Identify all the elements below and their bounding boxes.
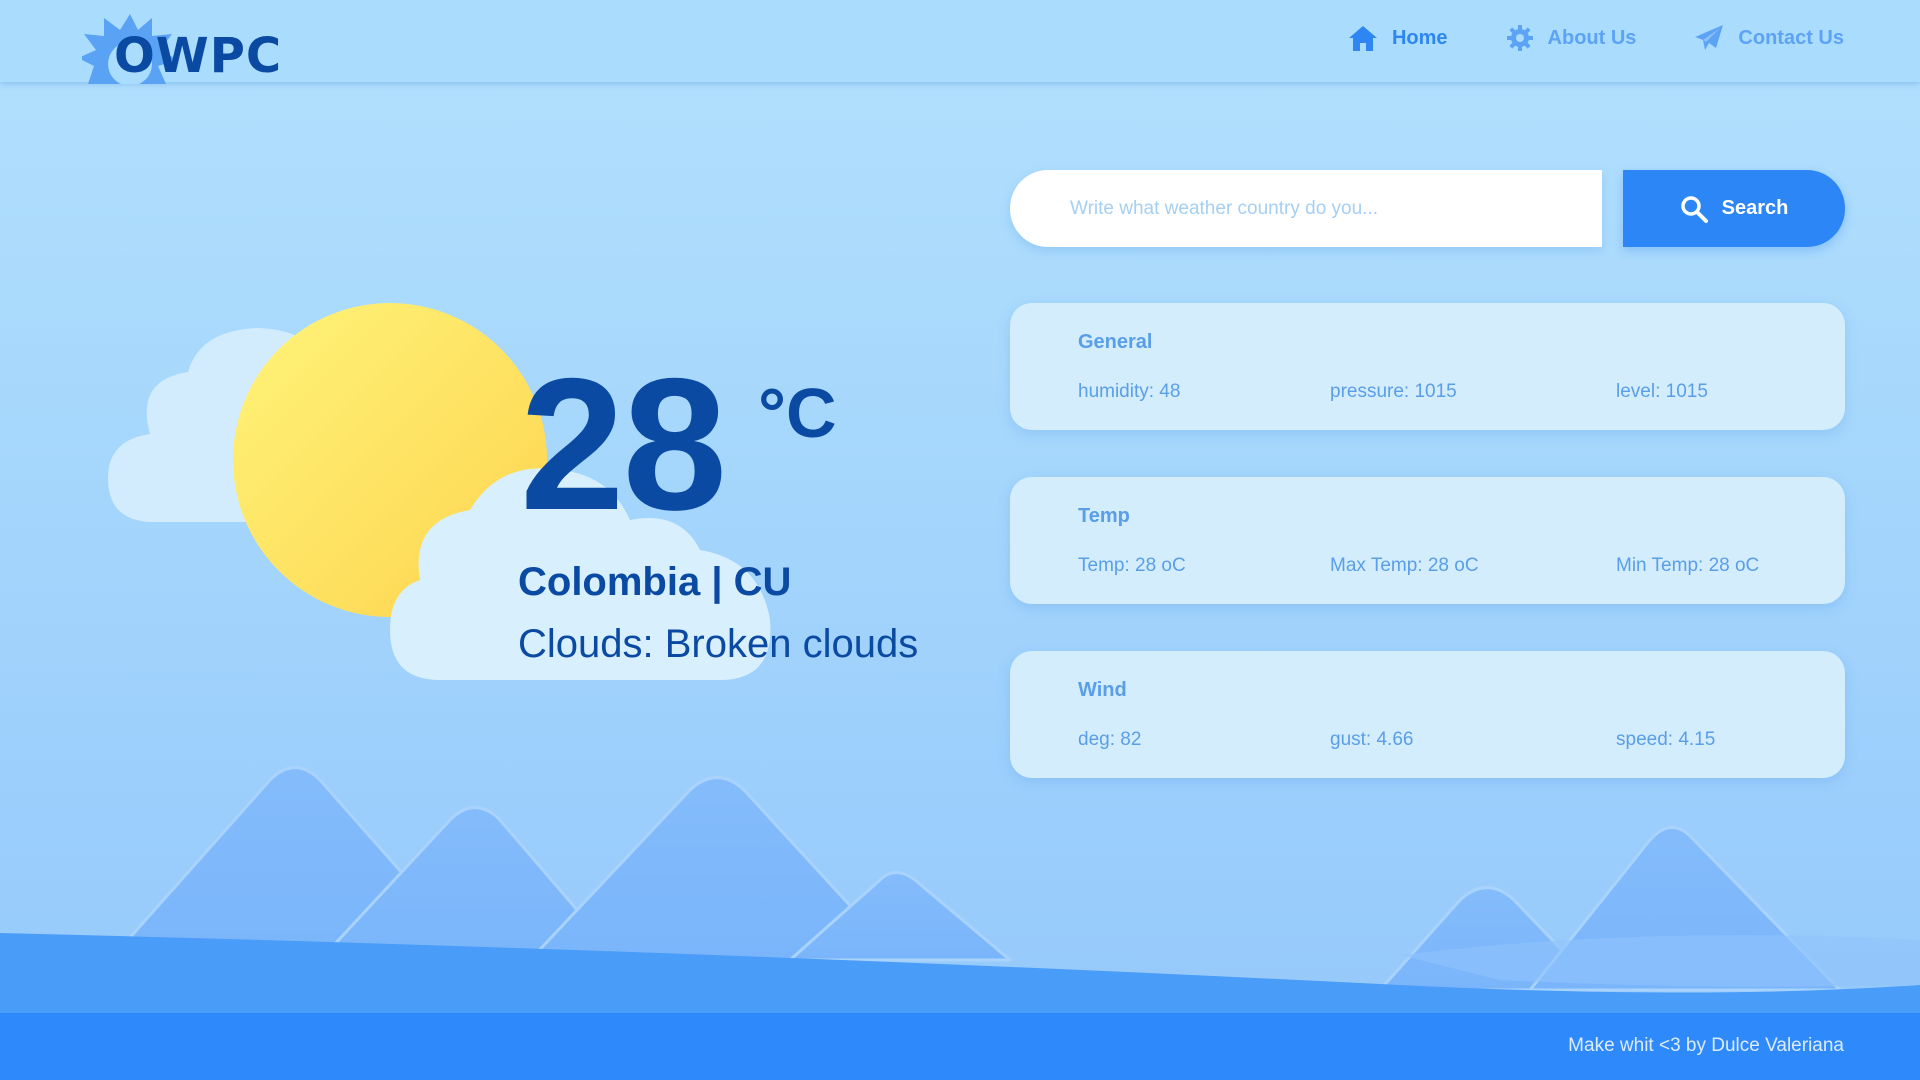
location-label: Colombia | CU — [518, 560, 792, 604]
card-title: Wind — [1078, 679, 1127, 701]
nav-home[interactable]: Home — [1348, 24, 1448, 52]
logo-text: OWPC — [114, 28, 283, 84]
nav-about-us-label: About Us — [1547, 26, 1637, 49]
pressure-value: pressure: 1015 — [1330, 381, 1457, 402]
min-temp-value: Min Temp: 28 oC — [1616, 555, 1760, 576]
temperature-value: 28 — [520, 339, 727, 549]
weather-condition: Clouds: Broken clouds — [518, 622, 919, 666]
wind-deg-value: deg: 82 — [1078, 729, 1142, 750]
temp-card: Temp Temp: 28 oC Max Temp: 28 oC Min Tem… — [1010, 477, 1845, 604]
search-button-label: Search — [1721, 197, 1789, 219]
temperature-unit: °C — [758, 374, 837, 452]
wind-gust-value: gust: 4.66 — [1330, 729, 1414, 750]
nav-contact-us-label: Contact Us — [1738, 26, 1844, 49]
nav-contact-us[interactable]: Contact Us — [1694, 24, 1844, 52]
search-box — [1010, 170, 1602, 247]
nav-about-us[interactable]: About Us — [1506, 24, 1637, 52]
wind-speed-value: speed: 4.15 — [1616, 729, 1716, 750]
main-nav: Home About Us Contact Us — [1348, 24, 1844, 52]
search-input[interactable] — [1010, 170, 1602, 247]
general-card: General humidity: 48 pressure: 1015 leve… — [1010, 303, 1845, 430]
humidity-value: humidity: 48 — [1078, 381, 1181, 402]
logo[interactable]: OWPC — [82, 12, 281, 84]
paper-plane-icon — [1695, 25, 1724, 50]
footer-credit: Make whit <3 by Dulce Valeriana — [1568, 1035, 1844, 1056]
gear-icon — [1506, 25, 1533, 51]
search-icon — [1680, 195, 1708, 223]
header: OWPC Home About Us Contact Us — [0, 0, 1920, 84]
home-icon — [1348, 26, 1377, 51]
wind-card: Wind deg: 82 gust: 4.66 speed: 4.15 — [1010, 651, 1845, 778]
card-title: General — [1078, 331, 1153, 353]
level-value: level: 1015 — [1616, 381, 1708, 402]
sun-behind-clouds-icon — [108, 303, 771, 680]
temp-value: Temp: 28 oC — [1078, 555, 1186, 576]
search-button[interactable]: Search — [1623, 170, 1845, 247]
nav-home-label: Home — [1391, 26, 1448, 49]
footer: Make whit <3 by Dulce Valeriana — [0, 1013, 1920, 1080]
max-temp-value: Max Temp: 28 oC — [1330, 555, 1479, 576]
card-title: Temp — [1078, 505, 1130, 527]
